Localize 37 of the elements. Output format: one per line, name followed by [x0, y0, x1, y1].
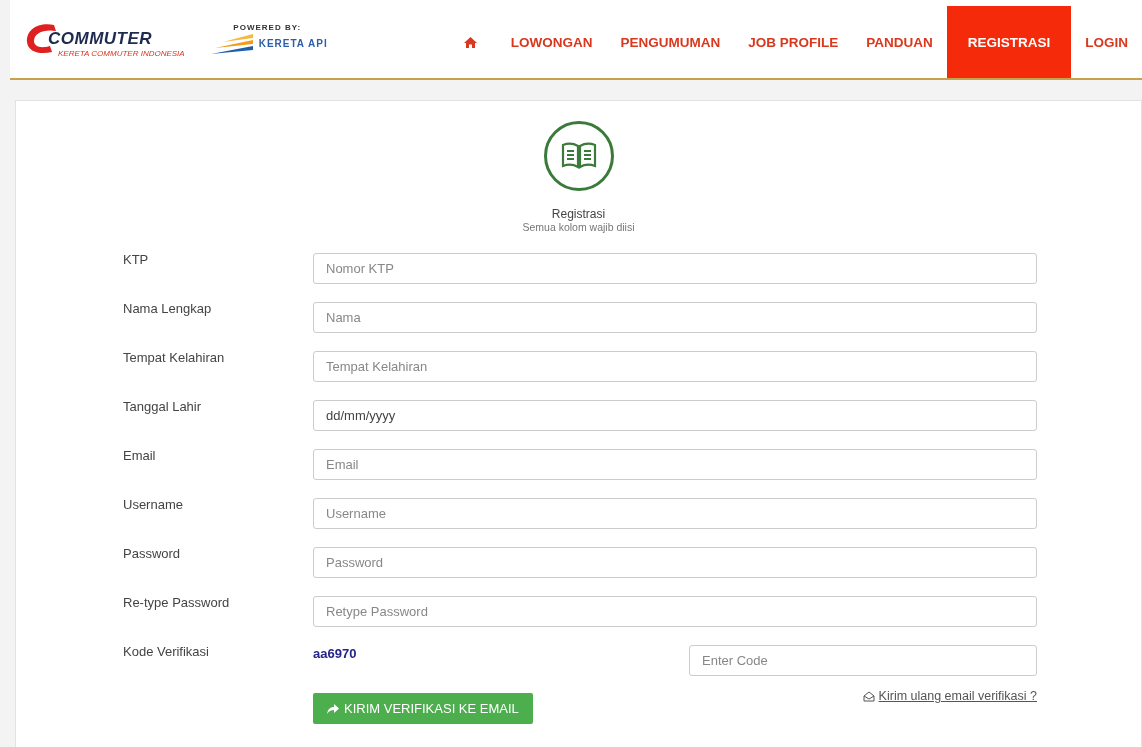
home-icon: [463, 36, 477, 48]
book-icon: [543, 121, 614, 191]
nav-link[interactable]: JOB PROFILE: [734, 6, 853, 78]
field-label: KTP: [123, 251, 150, 267]
envelope-icon: [862, 690, 875, 702]
input-field[interactable]: Password: [313, 547, 1037, 578]
field-label: Kode Verifikasi: [123, 643, 210, 659]
send-verification-button[interactable]: KIRIM VERIFIKASI KE EMAIL: [313, 693, 533, 724]
input-field[interactable]: Retype Password: [313, 596, 1037, 627]
field-label: Nama Lengkap: [123, 300, 213, 316]
field-label: Username: [123, 496, 184, 512]
field-label: Password: [123, 545, 182, 561]
logo-name: COMMUTER: [48, 28, 154, 49]
powered-by-label: POWERED BY:: [233, 22, 302, 32]
nav-link[interactable]: PENGUMUMAN: [606, 6, 735, 78]
field-label: Tempat Kelahiran: [123, 349, 226, 365]
code-input-field[interactable]: Enter Code: [689, 645, 1037, 676]
field-label: Re-type Password: [123, 594, 231, 610]
input-field[interactable]: Username: [313, 498, 1037, 529]
field-label: Email: [123, 447, 157, 463]
nav-link[interactable]: PANDUAN: [852, 6, 947, 78]
kereta-api-logo-text: KERETA API: [258, 38, 328, 49]
field-label: Tanggal Lahir: [123, 398, 203, 414]
form-title: Registrasi: [551, 207, 606, 221]
captcha-code: aa6970: [313, 645, 357, 661]
nav-link[interactable]: REGISTRASI: [946, 6, 1072, 78]
input-field[interactable]: Nama: [313, 302, 1037, 333]
nav-link[interactable]: LOGIN: [1071, 6, 1142, 78]
nav-link[interactable]: LOWONGAN: [496, 6, 607, 78]
input-field[interactable]: Email: [313, 449, 1037, 480]
share-arrow-icon: [327, 703, 339, 714]
logo-tagline: KERETA COMMUTER INDONESIA: [58, 48, 185, 58]
input-field[interactable]: Tempat Kelahiran: [313, 351, 1037, 382]
input-field[interactable]: dd/mm/yyyy: [313, 400, 1037, 431]
resend-email-link[interactable]: Kirim ulang email verifikasi ?: [862, 689, 1037, 703]
input-field[interactable]: Nomor KTP: [313, 253, 1037, 284]
form-subtitle: Semua kolom wajib diisi: [522, 221, 635, 233]
